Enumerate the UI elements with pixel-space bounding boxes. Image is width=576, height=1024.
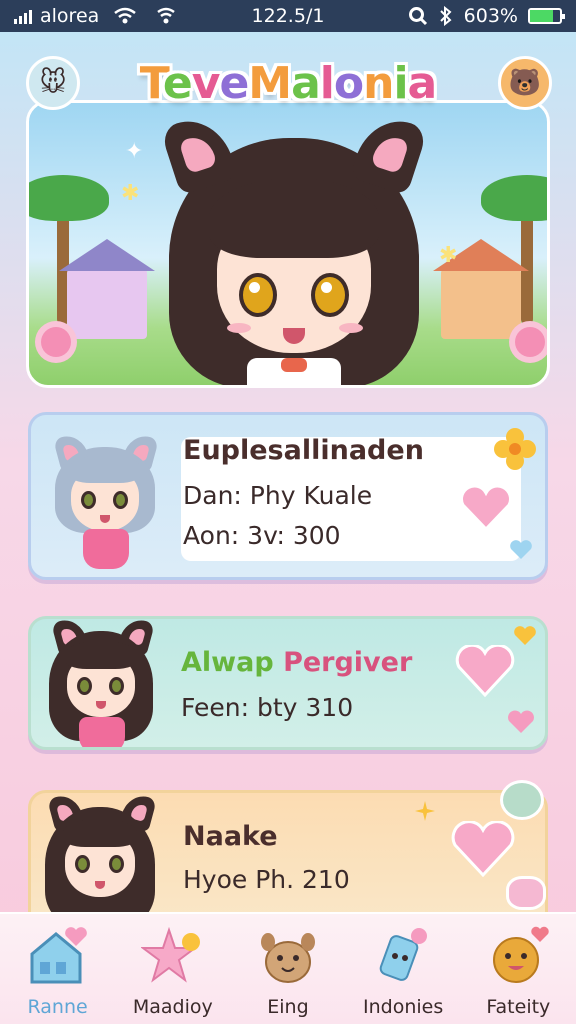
flower-icon bbox=[494, 428, 536, 470]
nav-item-indonies[interactable]: Indonies bbox=[348, 924, 458, 1018]
sparkle-icon: ✱ bbox=[121, 181, 140, 206]
character-card[interactable]: Euplesallinaden Dan: Phy Kuale Aon: 3v: … bbox=[28, 412, 548, 580]
sparkle-icon: ✱ bbox=[439, 243, 458, 268]
pencil-heart-icon bbox=[371, 924, 435, 988]
star-heart-icon bbox=[140, 924, 205, 988]
character-stat: Hyoe Ph. 210 bbox=[183, 865, 350, 894]
bluetooth-icon bbox=[439, 6, 452, 26]
nav-label: Maadioy bbox=[132, 996, 213, 1018]
character-avatar bbox=[37, 793, 167, 927]
mascot-mouse-icon[interactable]: 🐭 bbox=[26, 56, 80, 110]
character-stat: Dan: Phy Kuale bbox=[183, 481, 373, 510]
status-left: alorea bbox=[14, 5, 214, 27]
flower-icon bbox=[515, 327, 545, 357]
vpn-icon bbox=[157, 7, 176, 24]
character-name: Naake bbox=[183, 821, 278, 852]
battery-percent: 603% bbox=[463, 5, 518, 27]
heart-icon bbox=[455, 645, 515, 697]
status-bar: alorea 122.5/1 603% bbox=[0, 0, 576, 32]
smiley-ball-icon bbox=[486, 924, 550, 988]
heart-icon bbox=[510, 540, 532, 559]
game-title: TeveMalonia bbox=[139, 58, 437, 109]
pet-creature-icon[interactable] bbox=[506, 876, 546, 910]
wifi-icon bbox=[114, 7, 137, 24]
signal-icon bbox=[14, 8, 32, 24]
nav-item-home[interactable]: Ranne bbox=[3, 924, 113, 1018]
nav-item-eing[interactable]: Eing bbox=[233, 924, 343, 1018]
carrier-label: alorea bbox=[40, 5, 100, 27]
character-stat: Aon: 3v: 300 bbox=[183, 521, 341, 550]
heart-icon bbox=[451, 821, 515, 877]
character-stat: Feen: bty 310 bbox=[181, 693, 354, 722]
battery-icon bbox=[528, 8, 565, 24]
heart-icon bbox=[460, 485, 512, 531]
character-avatar bbox=[45, 429, 165, 577]
character-name: Euplesallinaden bbox=[183, 435, 424, 466]
search-icon bbox=[408, 7, 427, 26]
nav-label: Ranne bbox=[27, 996, 88, 1018]
character-name-part: Alwap bbox=[181, 647, 274, 678]
sparkle-icon bbox=[415, 801, 435, 821]
house-heart-icon bbox=[26, 924, 90, 988]
mascot-bear-icon[interactable]: 🐻 bbox=[498, 56, 552, 110]
hero-character bbox=[159, 110, 429, 385]
character-avatar bbox=[41, 619, 161, 747]
house-right bbox=[433, 239, 529, 339]
character-card[interactable]: Naake Hyoe Ph. 210 bbox=[28, 790, 548, 930]
nav-label: Fateity bbox=[486, 996, 551, 1018]
pet-creature-icon[interactable] bbox=[500, 780, 544, 820]
pet-dog-icon bbox=[256, 924, 320, 988]
heart-icon bbox=[514, 626, 536, 645]
bottom-nav: Ranne Maadioy Eing Indonies Fateity bbox=[0, 912, 576, 1024]
nav-label: Indonies bbox=[363, 996, 444, 1018]
nav-item-maadioy[interactable]: Maadioy bbox=[118, 924, 228, 1018]
house-left bbox=[59, 239, 155, 339]
character-card[interactable]: Alwap Pergiver Feen: bty 310 bbox=[28, 616, 548, 750]
heart-icon bbox=[508, 710, 534, 733]
nav-label: Eing bbox=[267, 996, 309, 1018]
character-name-part: Pergiver bbox=[283, 647, 413, 678]
sparkle-icon: ✦ bbox=[125, 139, 144, 164]
character-name: Alwap Pergiver bbox=[181, 647, 412, 678]
hero-banner: ✦ ✱ ✦ ✱ bbox=[26, 100, 550, 388]
status-right: 603% bbox=[362, 5, 565, 27]
nav-item-fateity[interactable]: Fateity bbox=[463, 924, 573, 1018]
status-time: 122.5/1 bbox=[251, 5, 325, 27]
flower-icon bbox=[41, 327, 71, 357]
